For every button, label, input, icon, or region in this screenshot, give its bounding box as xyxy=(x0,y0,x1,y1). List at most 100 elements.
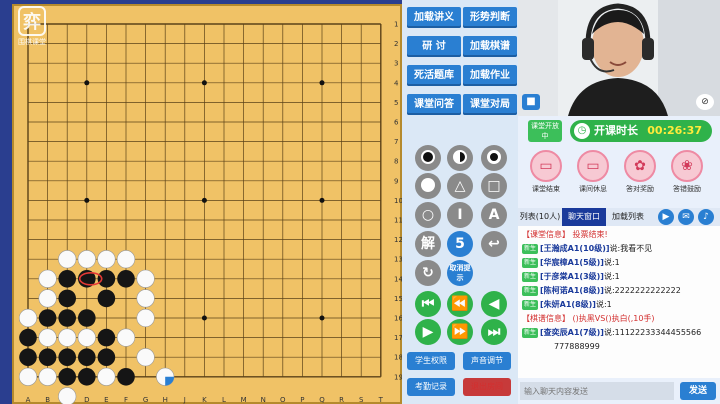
tab-load-list[interactable]: 加载列表 xyxy=(606,208,650,226)
microphone-icon[interactable]: ♪ xyxy=(698,209,714,225)
black-stone[interactable] xyxy=(38,309,57,327)
chat-input[interactable] xyxy=(520,382,674,400)
black-stone[interactable] xyxy=(58,368,76,386)
black-stone[interactable] xyxy=(97,270,116,288)
circle-mark-icon[interactable]: ○ xyxy=(415,202,441,228)
white-stone[interactable] xyxy=(116,328,136,347)
white-stone[interactable] xyxy=(136,269,155,288)
first-move-icon[interactable]: ⏮ xyxy=(415,291,441,317)
black-stone[interactable] xyxy=(97,348,116,367)
situation-judge-button[interactable]: 形势判断 xyxy=(463,7,517,28)
reward-label: 答对奖励 xyxy=(626,185,654,193)
white-stone[interactable] xyxy=(97,367,116,386)
black-stone[interactable] xyxy=(38,348,57,367)
black-stone[interactable] xyxy=(78,348,96,367)
go-board[interactable]: ABCDEFGHJKLMNOPQRST123456789101112131415… xyxy=(12,4,404,404)
load-homework-button[interactable]: 加载作业 xyxy=(463,65,517,86)
reward-feature[interactable]: ✿ 答对奖励 xyxy=(620,150,660,194)
end-class-feature[interactable]: ▭ 课堂结束 xyxy=(526,150,566,194)
col-label: J xyxy=(183,396,186,404)
black-stone[interactable] xyxy=(58,348,76,367)
text-cursor-icon[interactable]: I xyxy=(447,202,473,228)
white-stone[interactable] xyxy=(58,250,77,269)
chat-icon[interactable]: ✉ xyxy=(678,209,694,225)
tab-member-list[interactable]: 列表(10人) xyxy=(518,208,562,226)
send-button[interactable]: 发送 xyxy=(680,382,716,400)
white-stone[interactable] xyxy=(77,328,96,347)
black-stone[interactable] xyxy=(58,309,76,327)
black-stone[interactable] xyxy=(19,348,37,367)
board-grid[interactable]: ABCDEFGHJKLMNOPQRST123456789101112131415… xyxy=(14,6,404,404)
solve-button[interactable]: 解 xyxy=(415,231,441,257)
chat-tag: 新生 xyxy=(522,299,539,310)
col-label: G xyxy=(143,396,148,404)
break-feature[interactable]: ▭ 课间休息 xyxy=(573,150,613,194)
chat-text: 说:1 xyxy=(595,300,612,309)
refresh-icon[interactable]: ↻ xyxy=(415,260,441,286)
white-stone[interactable] xyxy=(38,328,57,347)
alternate-stone-tool-icon[interactable] xyxy=(447,145,473,171)
black-stone[interactable] xyxy=(19,328,37,347)
student-permission-button[interactable]: 学生权限 xyxy=(407,352,455,370)
square-mark-icon[interactable]: □ xyxy=(481,173,507,199)
logo-mark: 弈 xyxy=(18,6,46,36)
white-stone[interactable] xyxy=(136,348,155,367)
black-stone[interactable] xyxy=(117,270,135,288)
white-stone[interactable] xyxy=(18,308,38,328)
class-qa-button[interactable]: 课堂问答 xyxy=(407,94,461,115)
white-stone-tool-icon[interactable] xyxy=(415,173,441,199)
load-lecture-button[interactable]: 加载讲义 xyxy=(407,7,461,28)
chat-text: 说:11122233344455566 xyxy=(603,328,702,337)
white-stone[interactable] xyxy=(38,367,57,386)
triangle-mark-icon[interactable]: △ xyxy=(447,173,473,199)
discuss-button[interactable]: 研 讨 xyxy=(407,36,461,57)
prev-move-icon[interactable]: ◀ xyxy=(481,291,507,317)
exit-room-button[interactable]: 退出房间 xyxy=(463,378,511,396)
cancel-hint-button[interactable]: 取消提示 xyxy=(447,260,473,286)
encourage-feature[interactable]: ❀ 答错鼓励 xyxy=(667,150,707,194)
attendance-button[interactable]: 考勤记录 xyxy=(407,378,455,396)
black-stone[interactable] xyxy=(97,328,116,347)
paint-icon[interactable]: ↩ xyxy=(481,231,507,257)
black-stone[interactable] xyxy=(58,270,76,288)
white-stone[interactable] xyxy=(18,367,38,386)
col-label: N xyxy=(261,396,266,404)
black-stone[interactable] xyxy=(97,289,116,308)
play-icon[interactable]: ▶ xyxy=(658,209,674,225)
last-move-icon[interactable]: ⏭ xyxy=(481,319,507,345)
next-move-icon[interactable]: ▶ xyxy=(415,319,441,345)
number-mark-icon[interactable]: 5 xyxy=(447,231,473,257)
forward-5-icon[interactable]: ⏩ xyxy=(447,319,473,345)
white-stone[interactable] xyxy=(136,289,155,308)
white-stone[interactable] xyxy=(97,250,116,269)
logo-subtitle: 围棋课堂 xyxy=(18,38,46,46)
white-stone[interactable] xyxy=(116,250,136,269)
white-stone[interactable] xyxy=(58,387,77,404)
black-stone-alt-tool-icon[interactable] xyxy=(481,145,507,171)
black-stone[interactable] xyxy=(58,289,76,308)
chat-name: [王瀚成A1(10级)] xyxy=(540,244,610,253)
load-record-button[interactable]: 加载棋谱 xyxy=(463,36,517,57)
black-stone-tool-icon[interactable] xyxy=(415,145,441,171)
camera-off-icon[interactable]: ⊘ xyxy=(696,94,714,110)
white-stone[interactable] xyxy=(58,328,77,347)
black-stone[interactable] xyxy=(78,309,96,327)
star-point xyxy=(84,197,90,203)
chat-text: 说:1 xyxy=(603,258,620,267)
chat-name: [朱妍A1(8级)] xyxy=(540,300,596,309)
white-stone[interactable] xyxy=(136,308,155,328)
black-stone[interactable] xyxy=(78,368,96,386)
sound-adjust-button[interactable]: 声音调节 xyxy=(463,352,511,370)
monitor-icon: ▭ xyxy=(530,150,562,182)
class-game-button[interactable]: 课堂对局 xyxy=(463,94,517,115)
tool-panel: 加载讲义 形势判断 研 讨 加载棋谱 死活题库 加载作业 课堂问答 课堂对局 △… xyxy=(402,0,518,404)
white-stone[interactable] xyxy=(77,250,96,269)
camera-icon[interactable]: ■ xyxy=(522,94,540,110)
white-stone[interactable] xyxy=(38,289,57,308)
letter-mark-icon[interactable]: A xyxy=(481,202,507,228)
white-stone[interactable] xyxy=(38,269,57,288)
back-5-icon[interactable]: ⏪ xyxy=(447,291,473,317)
tab-chat[interactable]: 聊天窗口 xyxy=(562,208,606,226)
life-death-library-button[interactable]: 死活题库 xyxy=(407,65,461,86)
black-stone[interactable] xyxy=(117,368,135,386)
